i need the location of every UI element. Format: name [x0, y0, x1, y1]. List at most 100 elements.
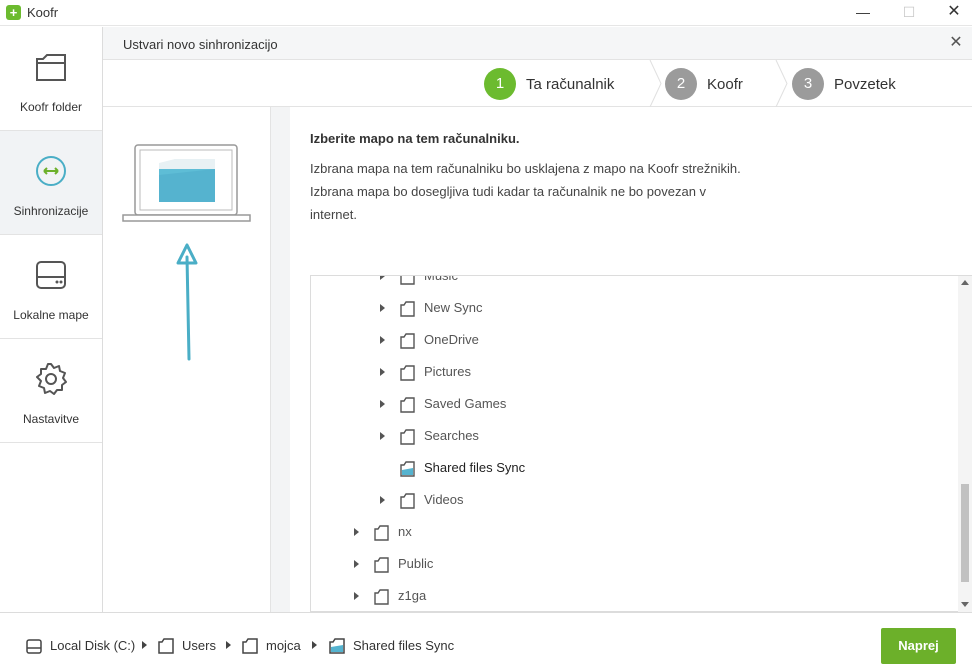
illustration-panel	[103, 107, 271, 612]
tree-row[interactable]: Searches	[311, 420, 959, 452]
dialog-header: Ustvari novo sinhronizacijo ✕	[103, 27, 972, 60]
close-window-button[interactable]: ✕	[931, 0, 972, 26]
folder-icon	[400, 333, 415, 349]
footer: Local Disk (C:) Users mojca Shared files…	[0, 612, 972, 671]
tree-row[interactable]: z1ga	[311, 580, 959, 611]
expand-arrow-icon[interactable]	[380, 496, 385, 504]
breadcrumb-separator-icon	[312, 641, 317, 649]
content-heading: Izberite mapo na tem računalniku.	[310, 131, 520, 146]
tree-row-label: Music	[424, 275, 458, 283]
tree-row[interactable]: Pictures	[311, 356, 959, 388]
sidebar-item-koofr-folder[interactable]: Koofr folder	[0, 27, 102, 131]
tree-row-label: nx	[398, 524, 412, 539]
scroll-up-arrow-icon[interactable]	[961, 280, 969, 285]
sync-icon	[36, 156, 66, 186]
tree-row[interactable]: Music	[311, 275, 959, 292]
folder-icon	[242, 638, 258, 654]
step-label: Ta računalnik	[526, 76, 615, 93]
tree-row[interactable]: OneDrive	[311, 324, 959, 356]
folder-icon	[374, 525, 389, 541]
tree-scrollbar[interactable]	[958, 276, 972, 612]
expand-arrow-icon[interactable]	[380, 276, 385, 280]
folder-icon	[400, 301, 415, 317]
koofr-logo-icon: +	[6, 5, 21, 20]
folder-selected-icon	[329, 638, 345, 654]
next-button[interactable]: Naprej	[881, 628, 956, 664]
folder-selected-icon	[400, 461, 415, 477]
tree-row[interactable]: Public	[311, 548, 959, 580]
folder-icon	[400, 276, 415, 285]
step-label: Koofr	[707, 76, 743, 93]
sidebar: Koofr folder Sinhronizacije Lokalne mape…	[0, 27, 103, 671]
sidebar-item-sync[interactable]: Sinhronizacije	[0, 131, 102, 235]
sidebar-item-label: Sinhronizacije	[13, 204, 89, 218]
gear-icon	[36, 363, 67, 395]
tree-row-label: Pictures	[424, 364, 471, 379]
expand-arrow-icon[interactable]	[380, 336, 385, 344]
breadcrumb-item[interactable]: mojca	[266, 638, 301, 653]
folder-icon	[36, 54, 66, 81]
breadcrumb-item[interactable]: Local Disk (C:)	[50, 638, 135, 653]
tree-row-label: Saved Games	[424, 396, 507, 411]
drive-icon	[26, 639, 42, 654]
expand-arrow-icon[interactable]	[354, 592, 359, 600]
tree-row[interactable]: New Sync	[311, 292, 959, 324]
expand-arrow-icon[interactable]	[354, 560, 359, 568]
tree-row-label: OneDrive	[424, 332, 479, 347]
tree-row-label: Searches	[424, 428, 479, 443]
expand-arrow-icon[interactable]	[380, 368, 385, 376]
breadcrumb-separator-icon	[142, 641, 147, 649]
window-title: Koofr	[27, 5, 59, 20]
title-bar: + Koofr — ☐ ✕	[0, 0, 972, 26]
expand-arrow-icon[interactable]	[380, 432, 385, 440]
minimize-button[interactable]: —	[840, 0, 886, 26]
tree-row[interactable]: nx	[311, 516, 959, 548]
tree-row-label: Videos	[424, 492, 464, 507]
tree-row-label: Public	[398, 556, 434, 571]
folder-icon	[400, 429, 415, 445]
step-label: Povzetek	[834, 76, 896, 93]
folder-tree[interactable]: Music New Sync OneDrive Pictures Saved Games…	[310, 275, 972, 612]
step-separator-icon	[649, 60, 662, 107]
tree-row-label: Shared files Sync	[424, 460, 526, 475]
laptop-folder-illustration	[122, 144, 251, 361]
content-description: Izbrana mapa na tem računalniku bo uskla…	[310, 161, 741, 222]
close-dialog-button[interactable]: ✕	[946, 33, 966, 53]
breadcrumb-item[interactable]: Users	[182, 638, 216, 653]
tree-row[interactable]: Videos	[311, 484, 959, 516]
folder-icon	[400, 397, 415, 413]
dialog-title: Ustvari novo sinhronizacijo	[123, 37, 278, 52]
expand-arrow-icon[interactable]	[354, 528, 359, 536]
breadcrumb-separator-icon	[226, 641, 231, 649]
tree-row-label: z1ga	[398, 588, 427, 603]
step-number: 3	[792, 68, 824, 100]
panel-gutter	[271, 107, 290, 612]
folder-icon	[400, 365, 415, 381]
step-summary: 3 Povzetek	[792, 68, 922, 100]
breadcrumb-item[interactable]: Shared files Sync	[353, 638, 454, 653]
tree-row[interactable]: Saved Games	[311, 388, 959, 420]
sidebar-item-label: Koofr folder	[19, 100, 83, 114]
folder-icon	[158, 638, 174, 654]
tree-row[interactable]: Shared files Sync	[311, 452, 959, 484]
sidebar-item-label: Nastavitve	[22, 412, 80, 426]
tree-row-label: New Sync	[424, 300, 483, 315]
drive-icon	[36, 261, 66, 289]
scrollbar-thumb[interactable]	[961, 484, 969, 582]
step-koofr: 2 Koofr	[665, 68, 765, 100]
folder-icon	[400, 493, 415, 509]
step-separator-icon	[775, 60, 788, 107]
expand-arrow-icon[interactable]	[380, 400, 385, 408]
sidebar-item-settings[interactable]: Nastavitve	[0, 339, 102, 443]
maximize-button[interactable]: ☐	[886, 0, 932, 26]
step-this-computer: 1 Ta računalnik	[484, 68, 634, 100]
folder-icon	[374, 589, 389, 605]
step-number: 2	[665, 68, 697, 100]
expand-arrow-icon[interactable]	[380, 304, 385, 312]
folder-icon	[374, 557, 389, 573]
sidebar-item-local-folders[interactable]: Lokalne mape	[0, 235, 102, 339]
sidebar-item-label: Lokalne mape	[13, 308, 89, 322]
wizard-steps: 1 Ta računalnik 2 Koofr 3 Povzetek	[103, 60, 972, 107]
scroll-down-arrow-icon[interactable]	[961, 602, 969, 607]
step-number: 1	[484, 68, 516, 100]
